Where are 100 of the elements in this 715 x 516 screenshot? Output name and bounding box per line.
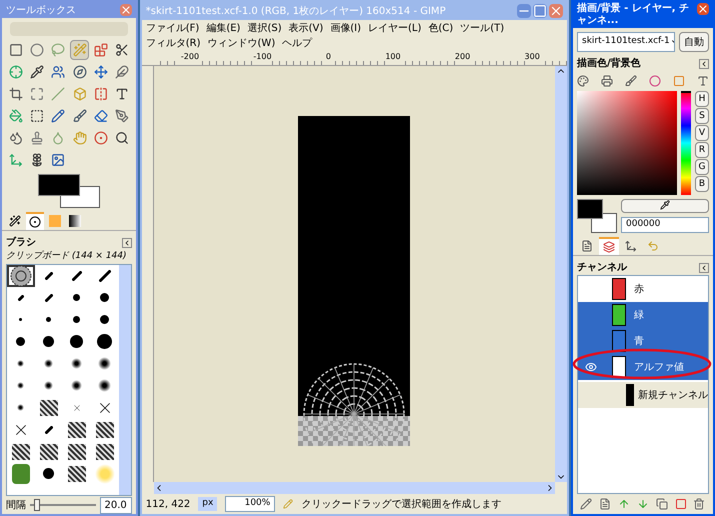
box-icon bbox=[72, 87, 87, 101]
soft-dot-thumbnail-icon bbox=[17, 404, 24, 411]
stroke-thumbnail-icon bbox=[44, 272, 53, 280]
pointer-coords: 112, 422 bbox=[146, 498, 190, 512]
swatch-icon[interactable] bbox=[673, 75, 685, 87]
fg-bg-colors[interactable] bbox=[38, 174, 100, 208]
printer-icon[interactable] bbox=[601, 75, 613, 87]
gradient-icon bbox=[30, 109, 44, 123]
soft-dot-thumbnail-icon bbox=[98, 357, 112, 370]
menu-item[interactable]: 選択(S) bbox=[247, 21, 282, 36]
stroke-thumbnail-icon bbox=[44, 426, 53, 434]
eraser-icon bbox=[94, 109, 108, 123]
eye-icon[interactable] bbox=[585, 361, 597, 373]
menu-item[interactable]: ヘルプ bbox=[282, 36, 312, 51]
texture-thumbnail-icon bbox=[68, 466, 86, 482]
search-icon bbox=[115, 131, 130, 145]
channel-thumbnail bbox=[626, 384, 634, 406]
panel-menu-icon[interactable] bbox=[699, 58, 709, 68]
ruler-label: -100 bbox=[253, 52, 272, 65]
soft-dot-thumbnail-icon bbox=[98, 379, 112, 392]
panel-menu-icon[interactable] bbox=[122, 238, 132, 248]
fg-bg-colors[interactable] bbox=[577, 199, 617, 233]
color-picker-area[interactable] bbox=[577, 91, 677, 195]
close-icon[interactable] bbox=[549, 4, 563, 18]
channel-row[interactable]: 緑 bbox=[578, 302, 708, 328]
channel-name: 緑 bbox=[634, 308, 644, 322]
dot-thumbnail-icon bbox=[46, 317, 52, 322]
brush-icon[interactable] bbox=[625, 75, 637, 87]
lace-thumbnail-icon bbox=[9, 264, 33, 288]
pipette-icon bbox=[30, 65, 44, 79]
dot-thumbnail-icon bbox=[97, 334, 112, 349]
window-title: ツールボックス bbox=[6, 4, 76, 18]
menu-item[interactable]: 画像(I) bbox=[330, 21, 362, 36]
scrollbar[interactable] bbox=[154, 482, 555, 494]
channel-toggle[interactable]: G bbox=[695, 159, 709, 175]
scrollbar[interactable] bbox=[118, 264, 131, 495]
image-select[interactable]: skirt-1101test.xcf-1 bbox=[577, 32, 675, 52]
square-icon[interactable] bbox=[674, 498, 687, 510]
menu-item[interactable]: 編集(E) bbox=[206, 21, 240, 36]
pipette-icon bbox=[660, 200, 670, 210]
brush-icon bbox=[72, 109, 87, 123]
delete-icon[interactable] bbox=[693, 498, 706, 510]
people-icon bbox=[51, 65, 66, 79]
slider-thumb[interactable] bbox=[34, 499, 40, 511]
channel-row[interactable]: 青 bbox=[578, 328, 708, 354]
wand-icon bbox=[9, 215, 21, 227]
close-icon[interactable] bbox=[697, 3, 709, 15]
auto-button[interactable]: 自動 bbox=[679, 32, 709, 52]
close-icon[interactable] bbox=[120, 4, 132, 16]
minimize-icon[interactable] bbox=[517, 4, 531, 18]
channel-name: 青 bbox=[634, 334, 644, 348]
dock-tab[interactable] bbox=[26, 212, 44, 230]
hue-marker[interactable] bbox=[681, 91, 691, 93]
pencil-icon bbox=[51, 109, 66, 123]
menu-item[interactable]: ウィンドウ(W) bbox=[208, 36, 276, 51]
menu-item[interactable]: 表示(V) bbox=[288, 21, 324, 36]
status-message: クリックードラッグで選択範囲を作成します bbox=[301, 498, 502, 512]
dock-tab[interactable] bbox=[66, 212, 84, 230]
menu-item[interactable]: 色(C) bbox=[428, 21, 454, 36]
transform-icon bbox=[8, 153, 23, 167]
pen-icon bbox=[115, 109, 130, 123]
spacing-field[interactable]: 20.0 bbox=[100, 496, 132, 514]
pepper-photo-placeholder bbox=[12, 464, 30, 484]
window-title: *skirt-1101test.xcf-1.0 (RGB, 1枚のレイヤー) 160x514 - GIMP bbox=[146, 4, 446, 18]
menu-item[interactable]: レイヤー(L) bbox=[368, 21, 422, 36]
maximize-icon[interactable] bbox=[533, 4, 547, 18]
hex-field[interactable]: 000000 bbox=[621, 217, 709, 232]
new-channel-row[interactable]: 新規チャンネル bbox=[578, 382, 708, 408]
image-icon bbox=[51, 153, 66, 167]
hue-slider[interactable] bbox=[681, 91, 691, 195]
droplet-icon bbox=[51, 131, 66, 145]
spacing-label: 間隔 bbox=[6, 498, 26, 512]
color-picker-button[interactable] bbox=[621, 199, 709, 213]
unit-select[interactable]: px bbox=[198, 497, 218, 511]
ruler-label: 200 bbox=[454, 52, 470, 65]
channel-toggle[interactable]: B bbox=[695, 176, 709, 192]
lasso-icon bbox=[51, 43, 66, 57]
dot-thumbnail-icon bbox=[19, 318, 22, 321]
panel-menu-icon[interactable] bbox=[699, 262, 709, 272]
channel-name: 新規チャンネル bbox=[638, 388, 708, 402]
palette-icon[interactable] bbox=[577, 75, 589, 87]
new-icon[interactable] bbox=[599, 498, 612, 510]
color-wheel-icon[interactable] bbox=[649, 75, 661, 87]
pattern-tab-icon bbox=[49, 215, 61, 227]
stroke-thumbnail-icon bbox=[72, 270, 82, 280]
scrollbar[interactable] bbox=[555, 66, 567, 482]
menu-item[interactable]: ツール(T) bbox=[460, 21, 504, 36]
channel-toggle[interactable]: R bbox=[695, 142, 709, 158]
menu-item[interactable]: フィルタ(R) bbox=[146, 36, 201, 51]
edit-icon[interactable] bbox=[580, 498, 592, 510]
brush-item[interactable] bbox=[7, 264, 35, 286]
channel-toggle[interactable]: V bbox=[695, 125, 709, 141]
channel-toggle[interactable]: H bbox=[695, 91, 709, 107]
flip-icon bbox=[94, 87, 108, 101]
ruler-label: -200 bbox=[180, 52, 200, 65]
duplicate-icon[interactable] bbox=[656, 498, 668, 510]
undo-icon bbox=[647, 240, 659, 252]
menu-item[interactable]: ファイル(F) bbox=[146, 21, 200, 36]
zoom-select[interactable]: 100% bbox=[225, 496, 276, 512]
channel-toggle[interactable]: S bbox=[695, 108, 709, 124]
